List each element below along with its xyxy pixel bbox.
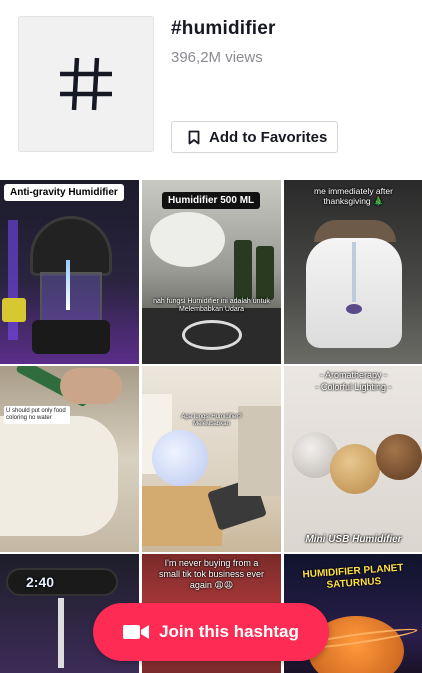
join-hashtag-label: Join this hashtag [159,622,299,641]
hashtag-icon [60,57,112,111]
video-subcaption: nah fungsi Humidifier ini adalah untuk M… [153,298,270,314]
video-tile[interactable]: - Aromatherapy - - Colorful Lighting - M… [284,366,422,552]
video-footer: Mini USB Humidifier [305,534,402,545]
video-subcaption: - Colorful Lighting - [315,382,392,392]
video-tile[interactable]: Humidifier 500 ML nah fungsi Humidifier … [142,180,281,364]
video-caption: Anti-gravity Humidifier [4,184,124,201]
video-caption: I'm never buying from a small tik tok bu… [158,558,265,590]
add-to-favorites-button[interactable]: Add to Favorites [171,121,338,153]
add-to-favorites-label: Add to Favorites [209,128,328,146]
video-caption: U should put only food coloring no water [4,406,70,425]
video-caption: 2:40 [26,574,55,590]
hashtag-header: #humidifier 396,2M views Add to Favorite… [0,0,422,175]
hashtag-title: #humidifier [171,18,276,39]
join-hashtag-button[interactable]: Join this hashtag [93,603,329,661]
bookmark-icon [188,130,200,144]
video-tile[interactable]: Anti-gravity Humidifier [0,180,139,364]
video-caption: me immediately after thanksgiving 🎄 [314,186,393,207]
video-camera-icon [123,625,150,639]
video-tile[interactable]: me immediately after thanksgiving 🎄 [284,180,422,364]
video-caption: - Aromatherapy - [319,370,388,380]
video-caption: Apa fungsi Humidifier? Meleмbabkan [181,414,242,428]
video-tile[interactable]: Apa fungsi Humidifier? Meleмbabkan [142,366,281,552]
hashtag-thumbnail [18,16,154,152]
video-caption: Humidifier 500 ML [162,192,261,209]
video-tile[interactable]: U should put only food coloring no water [0,366,139,552]
video-caption: HUMIDIFIER PLANET SATURNUS [302,562,404,591]
hashtag-views: 396,2M views [171,49,263,66]
